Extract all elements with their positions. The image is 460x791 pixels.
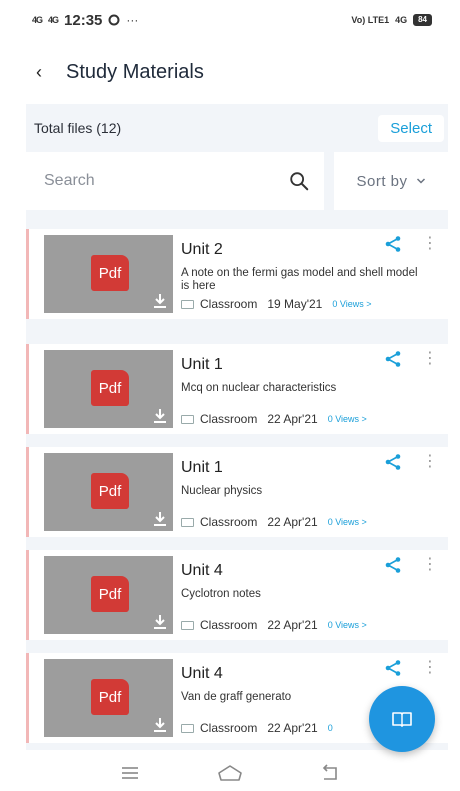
search-input[interactable] [44,172,264,190]
home-nav-button[interactable] [215,761,245,785]
material-card[interactable]: Pdf Unit 4 Cyclotron notes Classroom 22 … [26,550,448,640]
material-description: Cyclotron notes [181,588,261,600]
material-date: 22 Apr'21 [267,721,318,735]
views-link[interactable]: 0 Views > [328,620,367,630]
pdf-icon: Pdf [91,679,129,715]
material-date: 19 May'21 [267,297,323,311]
file-thumbnail[interactable]: Pdf [44,235,173,313]
system-nav-bar [0,755,460,791]
material-meta: Classroom 22 Apr'21 0 [181,721,333,735]
classroom-icon [181,299,194,309]
volte-indicator: Vo) LTE1 [351,15,390,25]
home-icon [218,765,242,781]
materials-panel: Total files (12) Select Sort by Pdf [26,104,448,750]
download-icon[interactable] [153,511,167,527]
material-meta: Classroom 22 Apr'21 0 Views > [181,515,367,529]
pdf-icon: Pdf [91,576,129,612]
share-icon[interactable] [384,350,402,368]
classroom-icon [181,517,194,527]
status-right: Vo) LTE1 4G 84 [351,14,432,26]
sort-label: Sort by [356,172,408,190]
share-icon[interactable] [384,659,402,677]
material-title: Unit 4 [181,665,223,682]
material-title: Unit 1 [181,356,223,373]
menu-icon [122,767,138,779]
material-source: Classroom [200,297,258,311]
app-header: ‹ Study Materials [0,50,460,94]
material-title: Unit 1 [181,459,223,476]
page-title: Study Materials [66,60,204,83]
material-title: Unit 4 [181,562,223,579]
share-icon[interactable] [384,235,402,253]
classroom-icon [181,620,194,630]
more-vertical-icon[interactable]: ⋮ [422,350,438,368]
material-source: Classroom [200,515,258,529]
views-link[interactable]: 0 Views > [328,517,367,527]
search-box [26,152,324,210]
status-time: 12:35 [64,11,103,29]
select-button[interactable]: Select [378,114,444,142]
material-meta: Classroom 19 May'21 0 Views > [181,297,371,311]
network-indicator: 4G [395,15,408,25]
classroom-icon [181,723,194,733]
status-bar: 4G 4G 12:35 ··· Vo) LTE1 4G 84 [0,0,460,40]
material-source: Classroom [200,412,258,426]
menu-nav-button[interactable] [115,761,145,785]
material-meta: Classroom 22 Apr'21 0 Views > [181,618,367,632]
material-title: Unit 2 [181,241,223,258]
download-icon[interactable] [153,293,167,309]
download-icon[interactable] [153,614,167,630]
material-card[interactable]: Pdf Unit 2 A note on the fermi gas model… [26,229,448,319]
more-vertical-icon[interactable]: ⋮ [422,453,438,471]
material-description: Nuclear physics [181,485,263,497]
fab-book-button[interactable] [369,686,435,752]
status-left: 4G 4G 12:35 ··· [32,12,138,29]
pdf-icon: Pdf [91,255,129,291]
signal-icon-2: 4G [48,14,59,25]
signal-icon: 4G [32,14,43,25]
material-description: A note on the fermi gas model and shell … [181,267,418,292]
views-link[interactable]: 0 Views > [332,299,371,309]
file-thumbnail[interactable]: Pdf [44,556,173,634]
sync-icon [108,14,120,26]
download-icon[interactable] [153,408,167,424]
more-vertical-icon[interactable]: ⋮ [422,659,438,677]
chevron-down-icon [416,178,425,184]
back-arrow-icon[interactable]: ‹ [36,62,66,83]
views-link[interactable]: 0 Views > [328,414,367,424]
views-link[interactable]: 0 [328,723,333,733]
material-date: 22 Apr'21 [267,618,318,632]
material-card[interactable]: Pdf Unit 1 Mcq on nuclear characteristic… [26,344,448,434]
search-icon[interactable] [288,170,310,192]
file-thumbnail[interactable]: Pdf [44,453,173,531]
material-description: Mcq on nuclear characteristics [181,382,337,394]
more-vertical-icon[interactable]: ⋮ [422,235,438,253]
material-meta: Classroom 22 Apr'21 0 Views > [181,412,367,426]
download-icon[interactable] [153,717,167,733]
totals-row: Total files (12) Select [26,114,448,142]
book-icon [392,712,412,727]
back-nav-button[interactable] [315,761,345,785]
sort-dropdown[interactable]: Sort by [334,152,448,210]
material-source: Classroom [200,618,258,632]
material-date: 22 Apr'21 [267,412,318,426]
classroom-icon [181,414,194,424]
battery-icon: 84 [413,14,432,26]
material-date: 22 Apr'21 [267,515,318,529]
total-files-count: Total files (12) [34,120,122,136]
share-icon[interactable] [384,556,402,574]
back-nav-icon [322,764,337,780]
status-dots: ··· [126,13,139,27]
more-vertical-icon[interactable]: ⋮ [422,556,438,574]
pdf-icon: Pdf [91,473,129,509]
app-screen: 4G 4G 12:35 ··· Vo) LTE1 4G 84 ‹ Study M… [0,0,460,791]
pdf-icon: Pdf [91,370,129,406]
file-thumbnail[interactable]: Pdf [44,350,173,428]
file-thumbnail[interactable]: Pdf [44,659,173,737]
share-icon[interactable] [384,453,402,471]
material-source: Classroom [200,721,258,735]
material-card[interactable]: Pdf Unit 1 Nuclear physics Classroom 22 … [26,447,448,537]
